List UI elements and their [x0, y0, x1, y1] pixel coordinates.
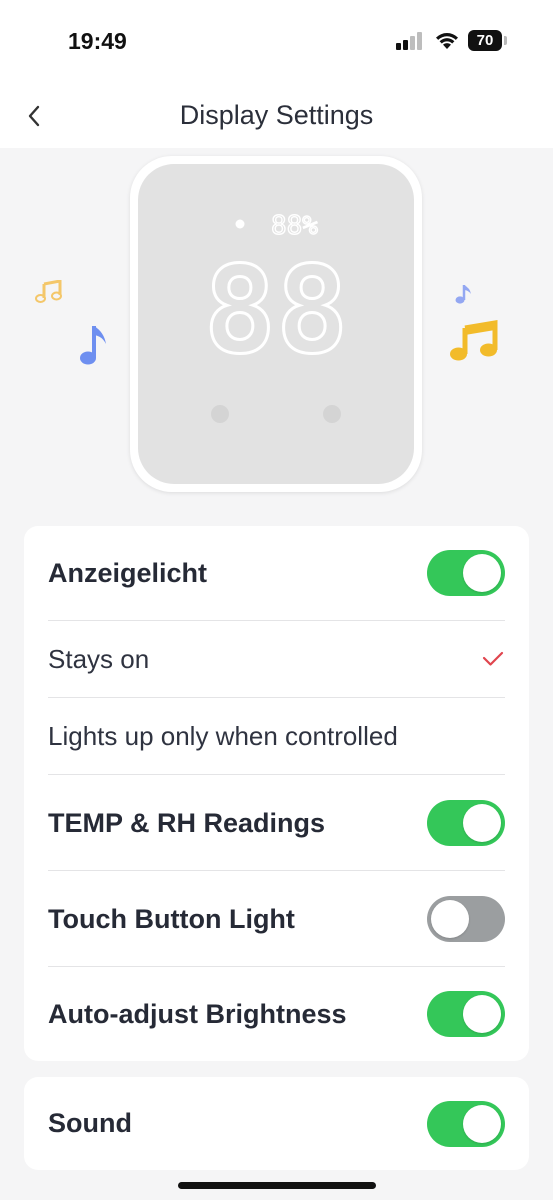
sound-card: Sound: [24, 1077, 529, 1170]
setting-row-auto-brightness: Auto-adjust Brightness: [48, 967, 505, 1061]
home-indicator[interactable]: [178, 1182, 376, 1189]
music-note-icon: [455, 285, 471, 304]
touch-button-light-toggle[interactable]: [427, 896, 505, 942]
battery-tip: [504, 36, 507, 45]
nav-bar: Display Settings: [0, 84, 553, 148]
device-preview: 88% 88: [0, 148, 553, 518]
setting-row-touch-button-light: Touch Button Light: [48, 871, 505, 967]
signal-icon: [396, 32, 424, 50]
status-bar: 19:49 70: [0, 0, 553, 84]
stays-on-label: Stays on: [48, 643, 150, 674]
auto-brightness-toggle[interactable]: [427, 991, 505, 1037]
sound-toggle[interactable]: [427, 1100, 505, 1147]
toggle-knob: [431, 900, 469, 938]
auto-brightness-label: Auto-adjust Brightness: [48, 998, 347, 1029]
option-stays-on[interactable]: Stays on: [48, 621, 505, 697]
toggle-knob: [463, 554, 501, 592]
option-lights-up-controlled[interactable]: Lights up only when controlled: [48, 698, 505, 774]
status-time: 19:49: [68, 28, 127, 54]
toggle-knob: [463, 995, 501, 1033]
indicator-light-label: Anzeigelicht: [48, 557, 208, 588]
touch-button-light-label: Touch Button Light: [48, 903, 295, 934]
music-note-icon: [35, 280, 62, 303]
temp-rh-label: TEMP & RH Readings: [48, 807, 326, 838]
checkmark-icon: [482, 651, 504, 666]
lights-up-controlled-label: Lights up only when controlled: [48, 720, 398, 751]
device-display: 88% 88: [202, 210, 350, 423]
wifi-icon: [436, 33, 458, 49]
music-notes-icon: [450, 320, 498, 361]
temp-rh-toggle[interactable]: [427, 800, 505, 846]
indicator-light-toggle[interactable]: [427, 550, 505, 596]
toggle-knob: [463, 1104, 501, 1143]
battery-level: 70: [476, 32, 494, 49]
sound-label: Sound: [48, 1108, 132, 1138]
setting-row-indicator-light: Anzeigelicht: [48, 526, 505, 620]
small-readout: 88%: [271, 211, 318, 241]
display-settings-card: Anzeigelicht Stays on Lights up only whe…: [24, 526, 529, 1061]
toggle-knob: [463, 804, 501, 842]
page-title: Display Settings: [179, 100, 374, 130]
music-note-icon: [80, 326, 106, 365]
battery-icon: 70: [468, 30, 502, 51]
device-face: 88% 88: [138, 164, 414, 484]
setting-row-sound: Sound: [48, 1077, 505, 1170]
large-readout: 88: [204, 242, 349, 381]
setting-row-temp-rh: TEMP & RH Readings: [48, 775, 505, 871]
device-image: 88% 88: [130, 156, 422, 492]
